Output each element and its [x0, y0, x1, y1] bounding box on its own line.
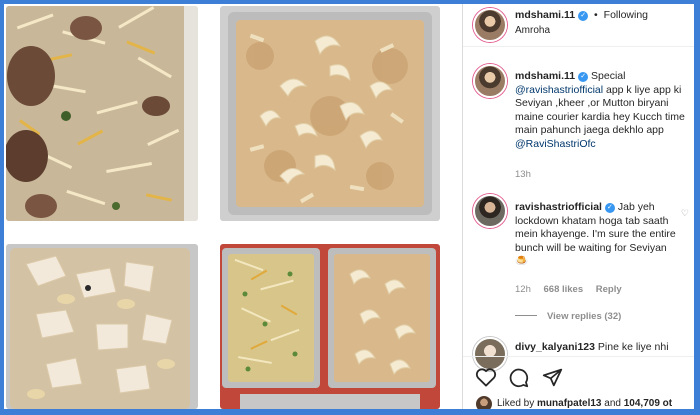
comment-meta: 12h 668 likes Reply: [515, 284, 632, 295]
view-replies-label: View replies (32): [547, 311, 622, 322]
follow-status-button[interactable]: Following: [604, 9, 648, 21]
comment2-username[interactable]: divy_kalyani123: [515, 341, 595, 353]
liked-by-text: Liked by munafpatel13 and 104,709 ot: [497, 398, 672, 409]
photo-seviyan[interactable]: [220, 6, 440, 221]
share-icon[interactable]: [542, 367, 563, 388]
verified-badge-icon: ✓: [604, 203, 615, 213]
post-side-panel: mdshami.11 ✓ • Following Amroha mdshami.1…: [462, 4, 694, 409]
replies-dash: [515, 315, 537, 316]
caption-meta: 13h: [515, 169, 541, 180]
post-header: mdshami.11 ✓ • Following Amroha: [463, 4, 694, 47]
screenshot-frame: mdshami.11 ✓ • Following Amroha mdshami.1…: [4, 4, 694, 409]
caption-username[interactable]: mdshami.11: [515, 70, 575, 82]
post-actions: Liked by munafpatel13 and 104,709 ot: [463, 356, 694, 409]
header-line: mdshami.11 ✓ • Following: [515, 9, 648, 21]
photo-biryani[interactable]: [6, 6, 198, 221]
comment-icon[interactable]: [508, 367, 529, 388]
liked-by-middle: and: [601, 398, 624, 409]
comment2-text: divy_kalyani123 Pine ke liye nhi: [515, 341, 691, 355]
photo-grid: [4, 4, 456, 409]
author-avatar[interactable]: [473, 8, 507, 42]
liked-by-user[interactable]: munafpatel13: [537, 398, 601, 409]
caption-text: mdshami.11 ✓ Special @ravishastriofficial…: [515, 70, 691, 151]
liked-by-prefix: Liked by: [497, 398, 538, 409]
photo-trays[interactable]: [220, 244, 440, 409]
comment-text: ravishastriofficial ✓ Jab yeh lockdown kh…: [515, 201, 679, 269]
comment-time[interactable]: 12h: [515, 284, 531, 295]
liked-by-count[interactable]: 104,709 ot: [624, 398, 672, 409]
comment-likes[interactable]: 668 likes: [544, 284, 584, 295]
caption-mention-1[interactable]: @ravishastriofficial: [515, 84, 603, 96]
comment2-body: Pine ke liye nhi: [594, 341, 669, 353]
heart-icon[interactable]: [475, 367, 497, 387]
verified-badge-icon: ✓: [578, 72, 589, 82]
caption-avatar[interactable]: [473, 64, 507, 98]
commenter-avatar[interactable]: [473, 194, 507, 228]
verified-badge-icon: ✓: [578, 11, 589, 21]
header-separator: •: [594, 9, 598, 21]
author-username[interactable]: mdshami.11: [515, 9, 575, 21]
caption-mention-2[interactable]: @RaviShastriOfc: [515, 138, 596, 150]
photo-kheer[interactable]: [6, 244, 198, 409]
view-replies-button[interactable]: View replies (32): [515, 311, 621, 322]
comment-like-heart-icon[interactable]: ♡: [681, 208, 689, 219]
caption-intro: Special: [588, 70, 626, 82]
liked-by-avatar[interactable]: [475, 395, 493, 409]
post-location[interactable]: Amroha: [515, 25, 550, 36]
caption-time[interactable]: 13h: [515, 169, 531, 180]
comment-username[interactable]: ravishastriofficial: [515, 201, 602, 213]
reply-button[interactable]: Reply: [596, 284, 622, 295]
